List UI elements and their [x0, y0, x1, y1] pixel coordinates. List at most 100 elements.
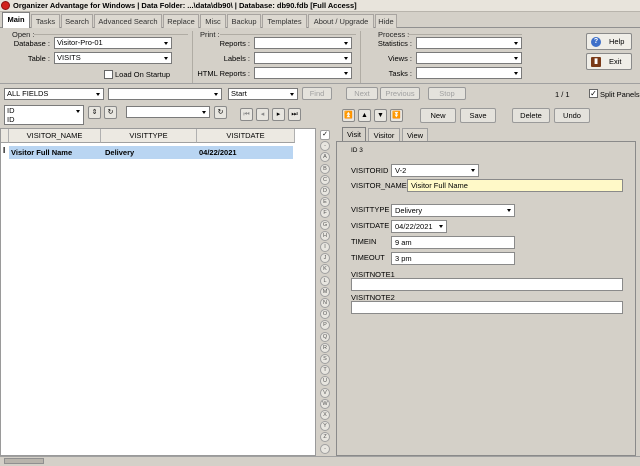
visitor-name-input[interactable]: Visitor Full Name — [407, 179, 623, 192]
move-up-icon[interactable]: ▲ — [358, 109, 371, 122]
alpha-filter-button[interactable]: A — [320, 152, 330, 163]
tab-replace[interactable]: Replace — [163, 14, 199, 28]
help-button[interactable]: ? Help — [586, 33, 632, 50]
alpha-filter-button[interactable]: H — [320, 230, 330, 241]
alpha-filter-button[interactable]: Y — [320, 421, 330, 432]
move-top-icon[interactable]: ⏫ — [342, 109, 355, 122]
alpha-filter-button[interactable]: Z — [320, 432, 330, 443]
alpha-filter-button[interactable]: W — [320, 398, 330, 409]
chevron-down-icon — [161, 38, 171, 48]
form-tab-visitor[interactable]: Visitor — [368, 128, 400, 142]
sort-direction-icon[interactable]: ⇕ — [88, 106, 101, 119]
alpha-filter-button[interactable]: X — [320, 410, 330, 420]
next-record-icon[interactable]: ▸ — [272, 108, 285, 121]
alpha-filter-button[interactable]: N — [320, 298, 330, 308]
first-record-icon[interactable]: ⏮ — [240, 108, 253, 121]
form-tab-view[interactable]: View — [402, 128, 428, 142]
alpha-filter-button[interactable]: L — [320, 275, 330, 286]
html-reports-select[interactable] — [254, 67, 352, 79]
views-label: Views : — [387, 54, 412, 63]
tab-misc[interactable]: Misc — [200, 14, 226, 28]
records-grid[interactable]: VISITOR_NAME VISITTYPE VISITDATE I Visit… — [0, 128, 316, 456]
reports-select[interactable] — [254, 37, 352, 49]
reports-label: Reports : — [219, 39, 250, 48]
alpha-filter-button[interactable]: - — [320, 141, 330, 152]
alpha-filter-button[interactable]: D — [320, 186, 330, 196]
alpha-filter-button[interactable]: E — [320, 197, 330, 208]
exit-label: Exit — [609, 57, 622, 66]
alpha-filter-button[interactable]: K — [320, 264, 330, 275]
exit-button[interactable]: ▮ Exit — [586, 53, 632, 70]
search-mode-select[interactable]: Start — [228, 88, 298, 100]
alpha-filter-button[interactable]: P — [320, 320, 330, 331]
alpha-filter-button[interactable]: J — [320, 253, 330, 264]
labels-select[interactable] — [254, 52, 352, 64]
alpha-filter-button[interactable]: F — [320, 208, 330, 219]
sort-field-select[interactable]: ID ID — [4, 105, 84, 125]
tab-about-upgrade[interactable]: About / Upgrade — [308, 14, 374, 28]
alpha-filter-button[interactable]: U — [320, 376, 330, 387]
next-button[interactable]: Next — [346, 87, 378, 100]
visitnote2-input[interactable] — [351, 301, 623, 314]
timein-input[interactable]: 9 am — [391, 236, 515, 249]
alpha-filter-button[interactable]: M — [320, 286, 330, 297]
statistics-select[interactable] — [416, 37, 522, 49]
previous-button[interactable]: Previous — [380, 87, 420, 100]
process-group-title: Process : — [378, 30, 410, 39]
save-record-button[interactable]: Save — [460, 108, 496, 123]
tab-templates[interactable]: Templates — [262, 14, 307, 28]
alpha-filter-button[interactable]: C — [320, 174, 330, 185]
visitorid-select[interactable]: V-2 — [391, 164, 479, 177]
move-down-icon[interactable]: ▼ — [374, 109, 387, 122]
alpha-filter-button[interactable]: S — [320, 354, 330, 364]
tab-hide[interactable]: Hide — [375, 14, 397, 28]
alpha-filter-button[interactable]: I — [320, 242, 330, 252]
views-select[interactable] — [416, 52, 522, 64]
tab-search[interactable]: Search — [61, 14, 93, 28]
table-select[interactable]: VISITS — [54, 52, 172, 64]
column-header-visitor-name[interactable]: VISITOR_NAME — [9, 129, 101, 143]
filter-select[interactable] — [126, 106, 210, 118]
undo-button[interactable]: Undo — [554, 108, 590, 123]
visitdate-picker[interactable]: 04/22/2021 — [391, 220, 447, 233]
tab-advanced-search[interactable]: Advanced Search — [94, 14, 162, 28]
visittype-select[interactable]: Delivery — [391, 204, 515, 217]
timeout-input[interactable]: 3 pm — [391, 252, 515, 265]
previous-record-icon[interactable]: ◂ — [256, 108, 269, 121]
find-button[interactable]: Find — [302, 87, 332, 100]
column-header-visittype[interactable]: VISITTYPE — [101, 129, 197, 143]
horizontal-scrollbar-thumb[interactable] — [4, 458, 44, 464]
table-row[interactable]: Visitor Full Name Delivery 04/22/2021 — [9, 146, 293, 159]
alpha-filter-button[interactable]: R — [320, 342, 330, 353]
refresh-filter-icon[interactable]: ↻ — [214, 106, 227, 119]
alpha-filter-button[interactable]: T — [320, 365, 330, 376]
load-on-startup-checkbox[interactable] — [104, 70, 113, 79]
refresh-icon[interactable]: ↻ — [104, 106, 117, 119]
alpha-filter-button[interactable]: Q — [320, 331, 330, 342]
record-counter: 1 / 1 — [555, 90, 570, 99]
column-header-visitdate[interactable]: VISITDATE — [197, 129, 295, 143]
alpha-filter-button[interactable]: - — [320, 443, 330, 454]
alpha-filter-button[interactable]: G — [320, 219, 330, 230]
form-tab-visit[interactable]: Visit — [342, 127, 366, 142]
search-text-input[interactable] — [108, 88, 222, 100]
record-form: ID 3 VISITORID V-2 VISITOR_NAME Visitor … — [336, 141, 636, 456]
last-record-icon[interactable]: ⏭ — [288, 108, 301, 121]
search-field-select[interactable]: ALL FIELDS — [4, 88, 104, 100]
search-mode-value: Start — [231, 89, 247, 98]
alpha-filter-button[interactable]: O — [320, 309, 330, 320]
tasks-select[interactable] — [416, 67, 522, 79]
move-bottom-icon[interactable]: ⏬ — [390, 109, 403, 122]
alpha-filter-button[interactable]: ✓ — [320, 130, 330, 140]
tab-main[interactable]: Main — [2, 12, 30, 28]
visitnote1-input[interactable] — [351, 278, 623, 291]
alpha-filter-button[interactable]: B — [320, 163, 330, 174]
delete-record-button[interactable]: Delete — [512, 108, 550, 123]
tab-backup[interactable]: Backup — [227, 14, 261, 28]
tab-tasks[interactable]: Tasks — [31, 14, 60, 28]
stop-button[interactable]: Stop — [428, 87, 466, 100]
new-record-button[interactable]: New — [420, 108, 456, 123]
database-select[interactable]: Visitor-Pro-01 — [54, 37, 172, 49]
alpha-filter-button[interactable]: V — [320, 387, 330, 398]
split-panels-checkbox[interactable]: ✓ — [589, 89, 598, 98]
